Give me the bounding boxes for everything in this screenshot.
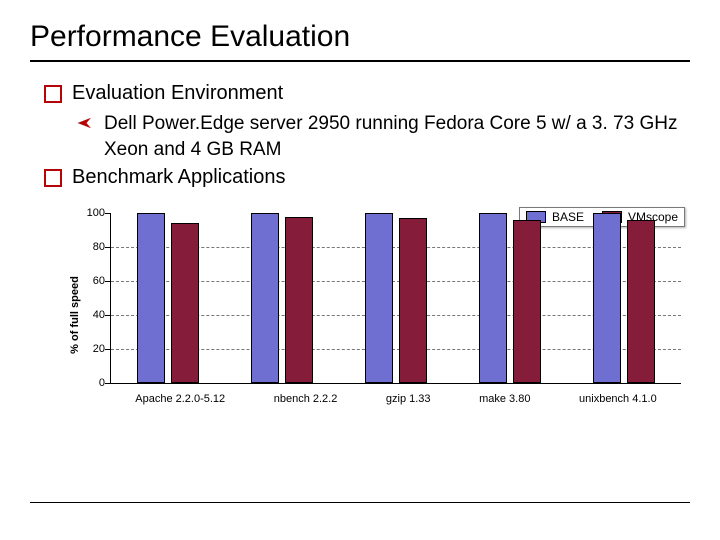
bullet-benchmark-applications: Benchmark Applications (44, 164, 690, 191)
bar-group (593, 213, 655, 383)
category-label: gzip 1.33 (386, 393, 431, 405)
plot-area: BASE VMscope 0 20 40 60 80 100 (110, 213, 681, 384)
bar (627, 220, 655, 383)
bar (251, 213, 279, 383)
bar (285, 217, 313, 384)
slide-title: Performance Evaluation (30, 20, 690, 62)
bar-group (251, 213, 313, 383)
y-tick-label: 100 (87, 207, 105, 219)
category-label: nbench 2.2.2 (274, 393, 338, 405)
bar-groups (111, 213, 681, 383)
y-tick-label: 20 (93, 343, 105, 355)
bullet-env-detail: Dell Power.Edge server 2950 running Fedo… (76, 111, 690, 162)
square-bullet-icon (44, 169, 62, 187)
y-tick-label: 80 (93, 241, 105, 253)
bullet-text: Dell Power.Edge server 2950 running Fedo… (104, 111, 690, 162)
benchmark-chart: % of full speed BASE VMscope 0 20 40 60 … (70, 205, 690, 425)
category-label: unixbench 4.1.0 (579, 393, 657, 405)
y-tick-label: 60 (93, 275, 105, 287)
bar (399, 218, 427, 383)
bar (593, 213, 621, 383)
bar (513, 220, 541, 383)
bullet-label: Evaluation Environment (72, 80, 283, 107)
bar (479, 213, 507, 383)
bar (171, 223, 199, 383)
plane-bullet-icon (76, 114, 94, 132)
bar-group (137, 213, 199, 383)
bullet-list: Evaluation Environment Dell Power.Edge s… (30, 80, 690, 191)
bar (137, 213, 165, 383)
bar-group (365, 213, 427, 383)
y-tick-label: 40 (93, 309, 105, 321)
bar (365, 213, 393, 383)
bullet-evaluation-environment: Evaluation Environment (44, 80, 690, 107)
footer-rule (30, 502, 690, 503)
category-label: Apache 2.2.0-5.12 (135, 393, 225, 405)
bar-group (479, 213, 541, 383)
category-labels: Apache 2.2.0-5.12 nbench 2.2.2 gzip 1.33 ma… (111, 383, 681, 405)
bullet-label: Benchmark Applications (72, 164, 285, 191)
square-bullet-icon (44, 85, 62, 103)
category-label: make 3.80 (479, 393, 530, 405)
y-tick-labels: 0 20 40 60 80 100 (77, 213, 105, 383)
